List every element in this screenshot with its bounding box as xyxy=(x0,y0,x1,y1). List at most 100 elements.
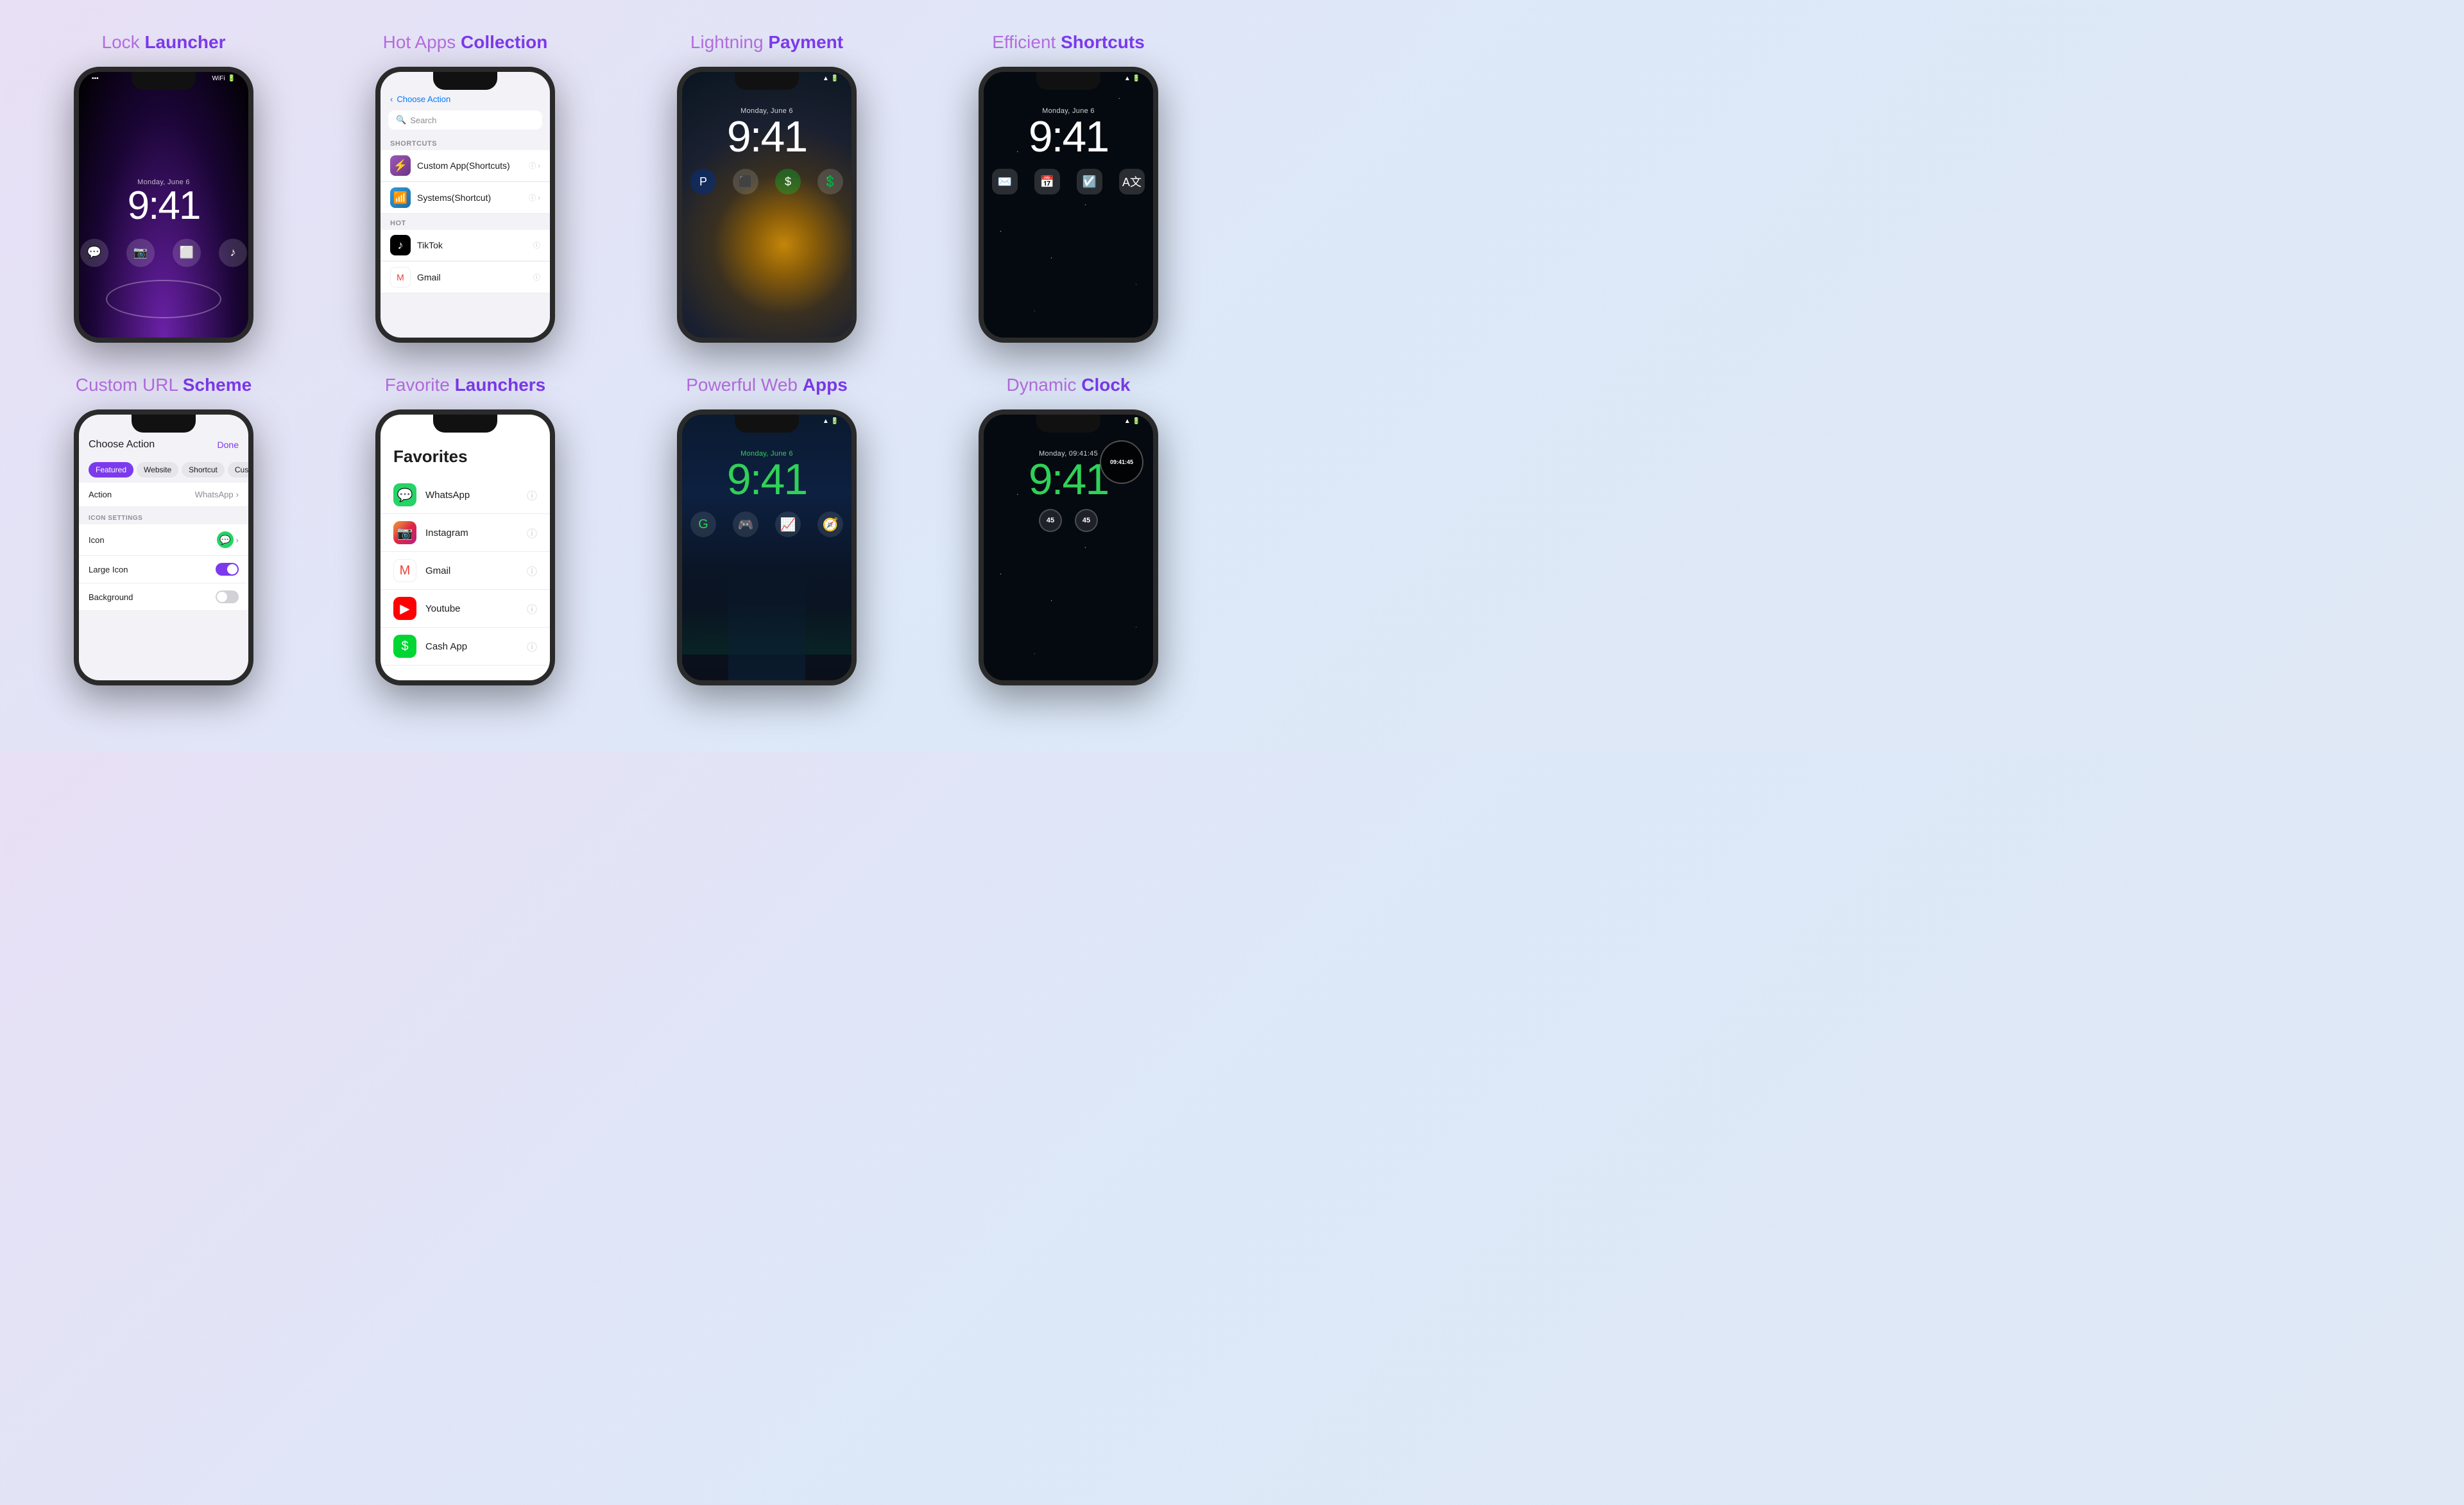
phone-favorites: Favorites 💬 WhatsApp ⓘ 📷 Instagram ⓘ xyxy=(375,409,555,685)
lock-icons: 💬 📷 ⬜ ♪ xyxy=(80,239,247,267)
instagram-fav-label: Instagram xyxy=(425,528,527,538)
chart-webapp-icon[interactable]: 📈 xyxy=(775,512,801,537)
lock-icon-screen[interactable]: ⬜ xyxy=(173,239,201,267)
apps-header: ‹ Choose Action xyxy=(381,72,550,110)
fav-row-instagram[interactable]: 📷 Instagram ⓘ xyxy=(381,514,550,552)
lock-icon-whatsapp[interactable]: 💬 xyxy=(80,239,108,267)
large-icon-row[interactable]: Large Icon xyxy=(79,556,248,583)
gmail-fav-label: Gmail xyxy=(425,565,527,576)
large-icon-toggle[interactable] xyxy=(216,563,239,576)
cell-lock-launcher: Lock Launcher ▪▪▪ WiFi 🔋 Monday, June 6 … xyxy=(13,19,314,362)
fav-row-whatsapp[interactable]: 💬 WhatsApp ⓘ xyxy=(381,476,550,514)
cashapp-fav-label: Cash App xyxy=(425,641,527,652)
phone-clock: 09:41:45 ▲ 🔋 Monday, 09:41:45 9:41 45 45 xyxy=(979,409,1158,685)
screen-payment: ▲ 🔋 Monday, June 6 9:41 P ⬛ $ 💲 xyxy=(682,72,851,338)
phone-custom-url: Choose Action Done Featured Website Shor… xyxy=(74,409,253,685)
whatsapp-fav-label: WhatsApp xyxy=(425,490,527,501)
search-placeholder: Search xyxy=(410,116,436,125)
cashapp-fav-icon: $ xyxy=(393,635,416,658)
phone-light-5 xyxy=(163,415,165,422)
large-icon-label: Large Icon xyxy=(89,565,128,574)
tab-shortcut[interactable]: Shortcut xyxy=(182,462,225,477)
action-value: WhatsApp › xyxy=(195,490,239,499)
apps-back-label[interactable]: Choose Action xyxy=(397,94,450,104)
whatsapp-fav-info: ⓘ xyxy=(527,487,537,503)
screen-custom: Choose Action Done Featured Website Shor… xyxy=(79,415,248,680)
payment-time: 9:41 xyxy=(727,115,807,159)
cell-custom-url: Custom URL Scheme Choose Action Done Fea… xyxy=(13,362,314,705)
youtube-fav-info: ⓘ xyxy=(527,601,537,616)
cashapp-fav-info: ⓘ xyxy=(527,639,537,654)
phone-light-3 xyxy=(766,72,768,80)
gmail-icon: M xyxy=(390,267,411,288)
tab-custom[interactable]: Custom xyxy=(228,462,253,477)
email-shortcut-icon[interactable]: ✉️ xyxy=(992,169,1018,194)
instagram-fav-info: ⓘ xyxy=(527,525,537,540)
lock-icon-tiktok[interactable]: ♪ xyxy=(219,239,247,267)
person-silhouette xyxy=(728,565,805,680)
dollar-icon[interactable]: 💲 xyxy=(817,169,843,194)
screen-webapps: ▲ 🔋 Monday, June 6 9:41 G 🎮 📈 🧭 xyxy=(682,415,851,680)
webapps-icons-row: G 🎮 📈 🧭 xyxy=(690,512,843,537)
main-grid: Lock Launcher ▪▪▪ WiFi 🔋 Monday, June 6 … xyxy=(0,0,1232,724)
favorites-title: Favorites xyxy=(393,447,537,467)
checklist-shortcut-icon[interactable]: ☑️ xyxy=(1077,169,1102,194)
title-lock-launcher: Lock Launcher xyxy=(102,32,226,53)
instagram-fav-icon: 📷 xyxy=(393,521,416,544)
app-row-systems-shortcut[interactable]: 📶 Systems(Shortcut) ⓘ › xyxy=(381,182,550,214)
screen-lock: ▪▪▪ WiFi 🔋 Monday, June 6 9:41 💬 📷 ⬜ ♪ xyxy=(79,72,248,338)
custom-done-button[interactable]: Done xyxy=(218,440,239,450)
action-row[interactable]: Action WhatsApp › xyxy=(79,483,248,507)
barcode-icon[interactable]: ⬛ xyxy=(733,169,758,194)
phone-lock-launcher: ▪▪▪ WiFi 🔋 Monday, June 6 9:41 💬 📷 ⬜ ♪ xyxy=(74,67,253,343)
webapps-time: 9:41 xyxy=(727,458,807,501)
cashapp-icon[interactable]: $ xyxy=(775,169,801,194)
background-toggle[interactable] xyxy=(216,590,239,603)
paypal-icon[interactable]: P xyxy=(690,169,716,194)
icon-value: 💬 › xyxy=(217,531,239,548)
title-custom-url: Custom URL Scheme xyxy=(76,375,252,395)
fav-row-gmail[interactable]: M Gmail ⓘ xyxy=(381,552,550,590)
whatsapp-icon-preview: 💬 xyxy=(217,531,234,548)
title-favorites: Favorite Launchers xyxy=(385,375,546,395)
compass-webapp-icon[interactable]: 🧭 xyxy=(817,512,843,537)
app-row-custom-shortcuts[interactable]: ⚡ Custom App(Shortcuts) ⓘ › xyxy=(381,150,550,182)
tab-featured[interactable]: Featured xyxy=(89,462,133,477)
fav-row-cashapp[interactable]: $ Cash App ⓘ xyxy=(381,628,550,666)
shortcuts-time: 9:41 xyxy=(1029,115,1108,159)
custom-shortcuts-info: ⓘ › xyxy=(529,160,540,171)
app-row-gmail[interactable]: M Gmail ⓘ xyxy=(381,262,550,293)
whatsapp-fav-icon: 💬 xyxy=(393,483,416,506)
google-webapp-icon[interactable]: G xyxy=(690,512,716,537)
fav-row-youtube[interactable]: ▶ Youtube ⓘ xyxy=(381,590,550,628)
screen-clock: 09:41:45 ▲ 🔋 Monday, 09:41:45 9:41 45 45 xyxy=(984,415,1153,680)
phone-light-1 xyxy=(163,72,165,80)
phone-shortcuts: ▲ 🔋 Monday, June 6 9:41 ✉️ 📅 ☑️ A文 xyxy=(979,67,1158,343)
apps-search-bar[interactable]: 🔍 Search xyxy=(388,110,542,130)
phone-light-4 xyxy=(1068,72,1070,80)
tab-website[interactable]: Website xyxy=(137,462,178,477)
clock-circle-2: 45 xyxy=(1075,509,1098,532)
screen-favorites: Favorites 💬 WhatsApp ⓘ 📷 Instagram ⓘ xyxy=(381,415,550,680)
icon-row[interactable]: Icon 💬 › xyxy=(79,524,248,556)
shortcut-icons-row: ✉️ 📅 ☑️ A文 xyxy=(992,169,1145,194)
systems-shortcut-info: ⓘ › xyxy=(529,193,540,203)
gmail-label: Gmail xyxy=(417,272,533,282)
apps-back-arrow[interactable]: ‹ xyxy=(390,94,393,104)
section-shortcuts: SHORTCUTS xyxy=(381,135,550,150)
status-bar-7: ▲ 🔋 xyxy=(682,418,851,425)
calendar-shortcut-icon[interactable]: 📅 xyxy=(1034,169,1060,194)
title-payment: Lightning Payment xyxy=(690,32,843,53)
screen-shortcuts: ▲ 🔋 Monday, June 6 9:41 ✉️ 📅 ☑️ A文 xyxy=(984,72,1153,338)
lock-icon-camera[interactable]: 📷 xyxy=(126,239,155,267)
gmail-fav-icon: M xyxy=(393,559,416,582)
gmail-info: ⓘ xyxy=(533,272,540,282)
cell-shortcuts: Efficient Shortcuts ▲ 🔋 Monday, June 6 9… xyxy=(918,19,1219,362)
game-webapp-icon[interactable]: 🎮 xyxy=(733,512,758,537)
translate-shortcut-icon[interactable]: A文 xyxy=(1119,169,1145,194)
app-row-tiktok[interactable]: ♪ TikTok ⓘ xyxy=(381,230,550,261)
phone-hot-apps: ‹ Choose Action 🔍 Search SHORTCUTS ⚡ Cus… xyxy=(375,67,555,343)
background-row[interactable]: Background xyxy=(79,583,248,611)
custom-shortcuts-label: Custom App(Shortcuts) xyxy=(417,160,529,171)
status-bar-4: ▲ 🔋 xyxy=(984,75,1153,82)
